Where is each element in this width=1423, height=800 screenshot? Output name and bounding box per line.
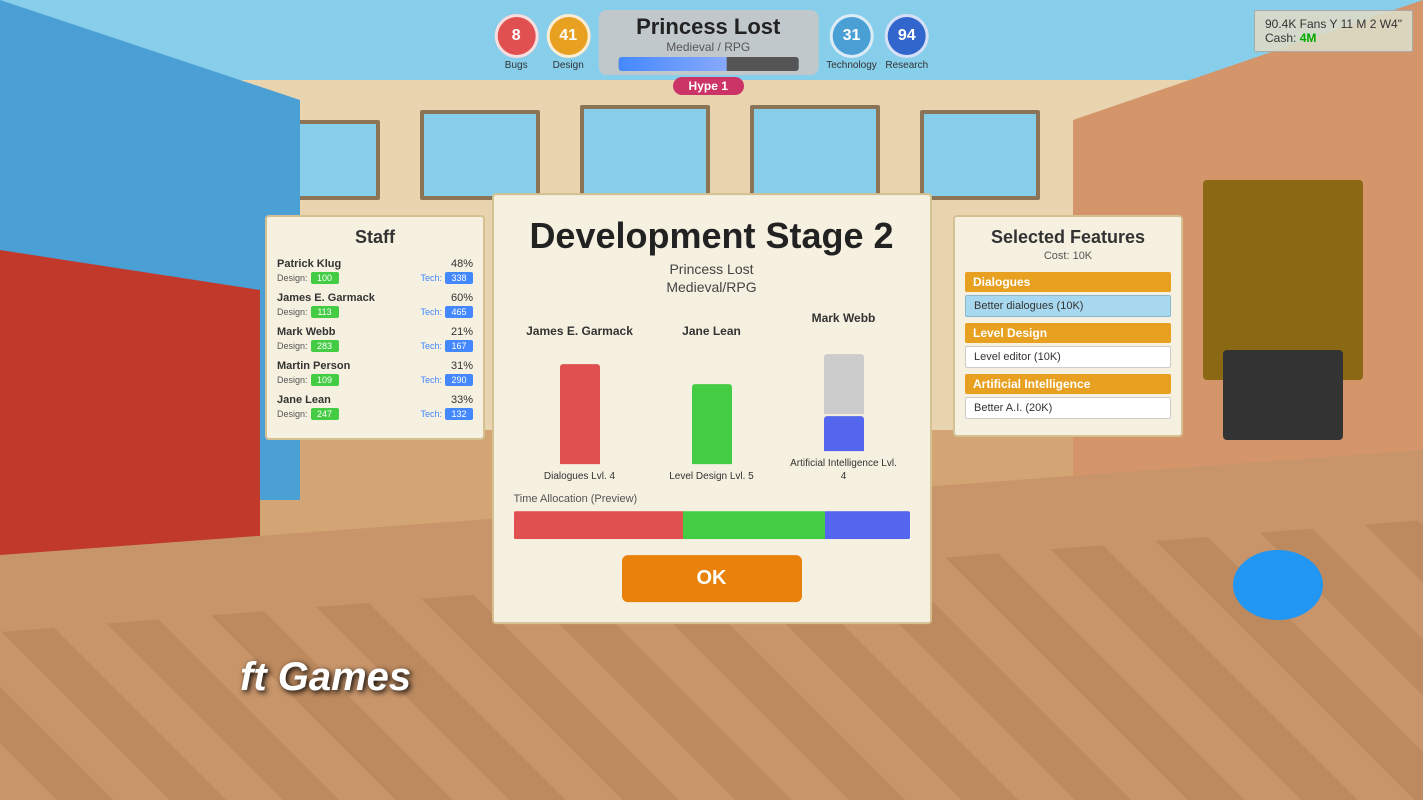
category-level-design: Level Design bbox=[965, 323, 1171, 343]
dev-stage-dialog: Development Stage 2 Princess Lost Mediev… bbox=[492, 193, 932, 624]
progress-bar-fill bbox=[618, 57, 726, 71]
bar-container-james bbox=[560, 344, 600, 464]
staff-pct: 21% bbox=[451, 326, 473, 338]
game-title-text: Princess Lost bbox=[618, 14, 798, 40]
window-5 bbox=[920, 110, 1040, 200]
stats-box: 90.4K Fans Y 11 M 2 W4" Cash: 4M bbox=[1254, 10, 1413, 52]
category-dialogues: Dialogues bbox=[965, 272, 1171, 292]
fans-stat: 90.4K Fans Y 11 M 2 W4" bbox=[1265, 17, 1402, 31]
tv bbox=[1223, 350, 1343, 440]
features-cost: Cost: 10K bbox=[965, 250, 1171, 262]
tech-label: Technology bbox=[826, 60, 877, 71]
tech-bubble: 31 bbox=[830, 14, 874, 58]
bar-container-jane bbox=[692, 344, 732, 464]
staff-name: Mark Webb bbox=[277, 326, 335, 338]
game-studio-logo: ft Games bbox=[240, 655, 411, 700]
dev-genre: Medieval/RPG bbox=[514, 279, 910, 295]
staff-item: Patrick Klug 48% Design: 100 Tech: 338 bbox=[277, 258, 473, 284]
window-4 bbox=[750, 105, 880, 200]
research-bubble: 94 bbox=[885, 14, 929, 58]
staff-columns: James E. Garmack Dialogues Lvl. 4 Jane L… bbox=[514, 311, 910, 483]
research-label: Research bbox=[885, 60, 928, 71]
col-label-mark: Artificial Intelligence Lvl. 4 bbox=[789, 457, 899, 483]
feature-item-better-ai[interactable]: Better A.I. (20K) bbox=[965, 397, 1171, 419]
bar-jane bbox=[692, 384, 732, 464]
bug-bubble: 8 bbox=[494, 14, 538, 58]
bar-container-mark bbox=[824, 331, 864, 451]
bar-mark-blue bbox=[824, 416, 864, 451]
staff-name: Martin Person bbox=[277, 360, 350, 372]
bar-mark-gray bbox=[824, 354, 864, 414]
staff-pct: 60% bbox=[451, 292, 473, 304]
staff-name: James E. Garmack bbox=[277, 292, 375, 304]
time-alloc-label: Time Allocation (Preview) bbox=[514, 493, 910, 505]
staff-pct: 31% bbox=[451, 360, 473, 372]
staff-pct: 48% bbox=[451, 258, 473, 270]
staff-pct: 33% bbox=[451, 394, 473, 406]
game-title-hud: Princess Lost Medieval / RPG bbox=[598, 10, 818, 75]
bug-label: Bugs bbox=[505, 60, 528, 71]
dev-stage-title: Development Stage 2 bbox=[514, 215, 910, 257]
window-3 bbox=[580, 105, 710, 200]
col-label-jane: Level Design Lvl. 5 bbox=[669, 470, 754, 483]
cash-stat: Cash: 4M bbox=[1265, 31, 1402, 45]
game-genre-text: Medieval / RPG bbox=[618, 40, 798, 54]
staff-panel-title: Staff bbox=[277, 227, 473, 248]
ok-button[interactable]: OK bbox=[622, 555, 802, 602]
features-panel: Selected Features Cost: 10K Dialogues Be… bbox=[953, 215, 1183, 437]
staff-item: James E. Garmack 60% Design: 113 Tech: 4… bbox=[277, 292, 473, 318]
staff-col-mark: Mark Webb Artificial Intelligence Lvl. 4 bbox=[789, 311, 899, 483]
staff-item: Martin Person 31% Design: 109 Tech: 290 bbox=[277, 360, 473, 386]
feature-item-level-editor[interactable]: Level editor (10K) bbox=[965, 346, 1171, 368]
staff-name: Jane Lean bbox=[277, 394, 331, 406]
staff-name: Patrick Klug bbox=[277, 258, 341, 270]
bar-james bbox=[560, 364, 600, 464]
time-seg-level-design bbox=[683, 511, 824, 539]
col-label-james: Dialogues Lvl. 4 bbox=[544, 470, 615, 483]
progress-bar-container bbox=[618, 57, 798, 71]
bean-bag bbox=[1233, 550, 1323, 620]
category-ai: Artificial Intelligence bbox=[965, 374, 1171, 394]
staff-item: Jane Lean 33% Design: 247 Tech: 132 bbox=[277, 394, 473, 420]
col-name-james: James E. Garmack bbox=[526, 324, 633, 338]
features-title: Selected Features bbox=[965, 227, 1171, 248]
feature-item-better-dialogues[interactable]: Better dialogues (10K) bbox=[965, 295, 1171, 317]
staff-col-jane: Jane Lean Level Design Lvl. 5 bbox=[657, 324, 767, 483]
design-label: Design bbox=[553, 60, 584, 71]
cash-value: 4M bbox=[1300, 31, 1317, 45]
hype-badge: Hype 1 bbox=[673, 77, 744, 95]
time-allocation-bar bbox=[514, 511, 910, 539]
staff-panel: Staff Patrick Klug 48% Design: 100 Tech:… bbox=[265, 215, 485, 440]
staff-item: Mark Webb 21% Design: 283 Tech: 167 bbox=[277, 326, 473, 352]
dev-game-name: Princess Lost bbox=[514, 261, 910, 277]
time-seg-ai bbox=[825, 511, 910, 539]
time-seg-dialogues bbox=[514, 511, 684, 539]
col-name-mark: Mark Webb bbox=[812, 311, 876, 325]
staff-col-james: James E. Garmack Dialogues Lvl. 4 bbox=[525, 324, 635, 483]
hud-top: 8 Bugs 41 Design Princess Lost Medieval … bbox=[494, 10, 929, 75]
col-name-jane: Jane Lean bbox=[682, 324, 741, 338]
window-2 bbox=[420, 110, 540, 200]
design-bubble: 41 bbox=[546, 14, 590, 58]
